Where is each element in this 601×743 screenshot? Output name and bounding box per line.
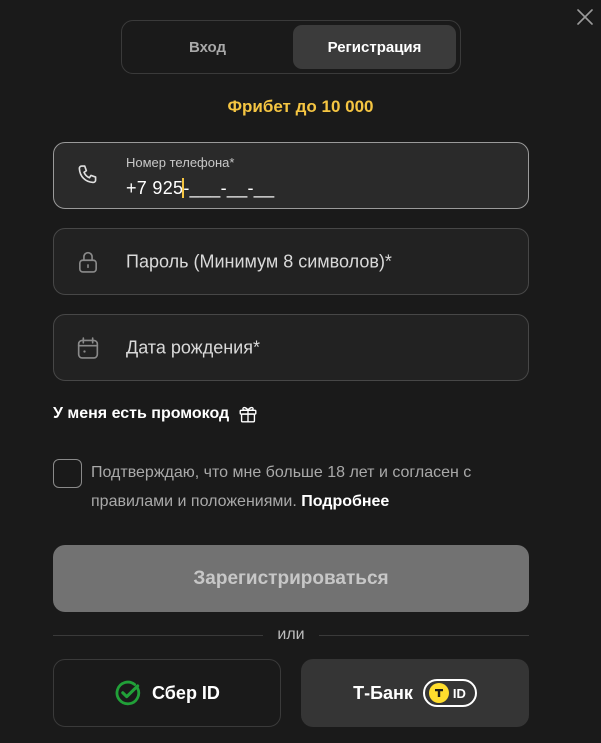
bonus-title: Фрибет до 10 000 (227, 97, 374, 116)
tab-login[interactable]: Вход (126, 25, 289, 69)
sber-id-button[interactable]: Сбер ID (53, 659, 281, 727)
calendar-icon (73, 333, 103, 363)
promocode-label: У меня есть промокод (53, 405, 230, 422)
sber-logo-icon (115, 680, 141, 706)
agreement-details-link[interactable]: Подробнее (301, 493, 389, 510)
agreement-label: Подтверждаю, что мне больше 18 лет и сог… (91, 464, 472, 510)
tab-registration[interactable]: Регистрация (293, 25, 456, 69)
sber-id-label: Сбер ID (152, 682, 220, 703)
auth-tabs: Вход Регистрация (121, 20, 461, 74)
tbank-shield-icon (428, 683, 449, 703)
divider-line-left (53, 634, 264, 636)
close-button[interactable] (574, 6, 596, 28)
or-divider: или (53, 625, 529, 645)
gift-icon (239, 406, 257, 423)
phone-input[interactable]: +7 925-___-__-__ (126, 178, 274, 199)
phone-value: +7 925 (126, 178, 184, 198)
agreement-checkbox[interactable] (53, 459, 82, 488)
lock-icon (73, 247, 103, 277)
phone-mask: -___-__-__ (183, 178, 275, 198)
register-button[interactable]: Зарегистрироваться (53, 545, 529, 612)
birthdate-input[interactable]: Дата рождения* (126, 337, 260, 358)
agreement-row: Подтверждаю, что мне больше 18 лет и сог… (53, 458, 529, 516)
tbank-id-text: ID (452, 685, 466, 701)
or-label: или (277, 626, 305, 643)
phone-label: Номер телефона* (126, 155, 235, 170)
agreement-text: Подтверждаю, что мне больше 18 лет и сог… (91, 458, 529, 516)
password-input[interactable]: Пароль (Минимум 8 символов)* (126, 251, 392, 272)
divider-line-right (318, 634, 529, 636)
tbank-label: Т-Банк (353, 682, 413, 703)
birthdate-field[interactable]: Дата рождения* (53, 314, 529, 381)
phone-icon (73, 161, 103, 191)
tbank-id-button[interactable]: Т-Банк ID (301, 659, 529, 727)
close-icon (577, 9, 593, 25)
tbank-id-badge: ID (422, 679, 477, 707)
promocode-toggle[interactable]: У меня есть промокод (53, 403, 259, 425)
registration-modal: Вход Регистрация Фрибет до 10 000 Номер … (0, 0, 601, 743)
password-field[interactable]: Пароль (Минимум 8 символов)* (53, 228, 529, 295)
phone-field[interactable]: Номер телефона* +7 925-___-__-__ (53, 142, 529, 209)
